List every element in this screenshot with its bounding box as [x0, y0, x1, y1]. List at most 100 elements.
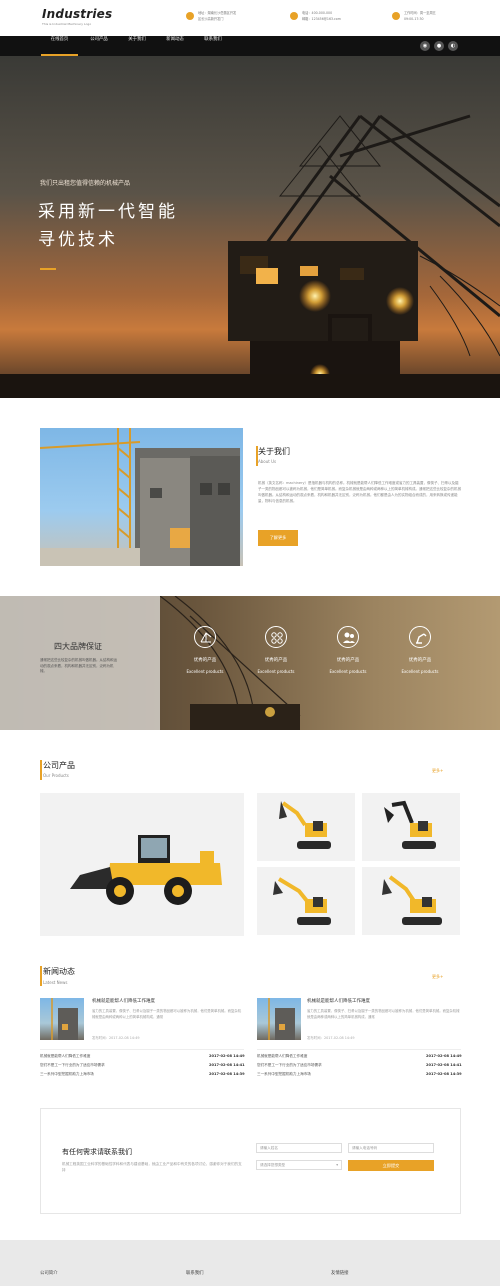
guarantee-title: 四大品牌保证: [54, 642, 102, 651]
feature-1: 优秀的产品 Excellent products: [175, 626, 235, 674]
page: Industries This is Industrial Machinery …: [0, 0, 500, 1286]
news-list-date: 2017-02-08 14:39: [209, 1072, 245, 1076]
news-title: 新闻动态: [43, 967, 75, 976]
products-more-link[interactable]: 更多+: [432, 768, 443, 774]
feature-3-title: 优秀的产品: [336, 658, 360, 663]
footer-link-company[interactable]: 公司简介: [40, 1270, 58, 1276]
header-address: 地址：湖南长沙岳麓区开发 区长沙高新开发门: [186, 10, 252, 22]
gear-grid-icon: [265, 626, 287, 648]
news-list-date: 2017-02-08 14:41: [209, 1063, 245, 1067]
weibo-icon[interactable]: ◉: [420, 41, 430, 51]
products-title-accent: [40, 760, 42, 780]
product-card-excavator-2[interactable]: [362, 793, 460, 861]
wechat-icon[interactable]: ●: [434, 41, 444, 51]
hero-title-line2: 寻优技术: [38, 230, 118, 250]
logo[interactable]: Industries This is Industrial Machinery …: [42, 7, 112, 26]
about-more-button[interactable]: 了解更多: [258, 530, 298, 546]
name-input[interactable]: 请输入姓名: [256, 1143, 342, 1153]
nav-item-about[interactable]: 关于我们: [122, 36, 152, 56]
news-2-date: 发布时间：2017-02-08 14:49: [307, 1036, 355, 1040]
address-line2: 区长沙高新开发门: [198, 17, 224, 21]
robot-arm-icon: [409, 626, 431, 648]
products-title-en: Our Products: [43, 773, 69, 778]
construction-thumb-image: [51, 998, 78, 1040]
news-1-date: 发布时间：2017-02-08 14:49: [92, 1036, 140, 1040]
feature-4: 优秀的产品 Excellent products: [390, 626, 450, 674]
footer-link-contact[interactable]: 联系我们: [186, 1270, 204, 1276]
news-list-date: 2017-02-08 14:49: [426, 1054, 462, 1058]
submit-button[interactable]: 立即提交: [348, 1160, 434, 1171]
news-list-item[interactable]: 机械就是能帮人们降低工作难度: [40, 1054, 90, 1059]
hero-ground: [0, 374, 500, 398]
type-select-value: 请选择您想类型: [260, 1163, 286, 1167]
news-list-item[interactable]: 您们不是工一下行业的为了适应市场需求: [40, 1063, 105, 1068]
about-image: [40, 428, 243, 566]
feature-4-title: 优秀的产品: [408, 658, 432, 663]
header: Industries This is Industrial Machinery …: [0, 0, 500, 36]
nav-item-news[interactable]: 新闻动态: [160, 36, 190, 56]
news-title-en: Latest News: [43, 980, 68, 985]
phone-icon: [290, 12, 298, 20]
news-2-title[interactable]: 机械就是能帮人们降低工作难度: [307, 998, 370, 1004]
construction-thumb-image: [268, 998, 295, 1040]
product-card-excavator-3[interactable]: [257, 867, 355, 935]
about-title-en: About Us: [258, 459, 277, 464]
main-nav: 在线首页 公司产品 关于我们 新闻动态 联系我们 ◉ ● ◐: [0, 36, 500, 56]
hero-subtitle: 我们只出租您值得信赖的机械产品: [40, 180, 131, 187]
guarantee-text: 通常把这些比较复杂的机械叫做机器。从结构和运动的观点来看，机构和机器并无区别，泛…: [40, 658, 117, 673]
footer: [0, 1240, 500, 1286]
contact-title: 有任何需求请联系我们: [62, 1148, 132, 1156]
header-hours: 工作时间：周一至周五 09:00-17:30: [392, 10, 458, 22]
product-card-excavator-1[interactable]: [257, 793, 355, 861]
excavator-image: [384, 800, 436, 849]
news-more-link[interactable]: 更多+: [432, 974, 443, 980]
news-1-text: 省力的工具装置，像筷子、扫帚以及镊子一类的物品都可以被称为机械，他们是简单机械。…: [92, 1009, 242, 1019]
news-list-item[interactable]: 机械就是能帮人们降低工作难度: [257, 1054, 307, 1059]
news-list-date: 2017-02-08 14:49: [209, 1054, 245, 1058]
feature-1-title-en: Excellent products: [186, 669, 224, 674]
news-title-accent: [40, 966, 42, 986]
feature-2-title: 优秀的产品: [264, 658, 288, 663]
products-title: 公司产品: [43, 761, 75, 770]
team-icon: [337, 626, 359, 648]
feature-2: 优秀的产品 Excellent products: [246, 626, 306, 674]
feature-3-title-en: Excellent products: [329, 669, 367, 674]
feature-3: 优秀的产品 Excellent products: [318, 626, 378, 674]
hero-title: 采用新一代智能 寻优技术: [38, 198, 238, 254]
news-list-item[interactable]: 三一系列中型挖掘机助力上海市场: [40, 1072, 94, 1077]
type-select[interactable]: 请选择您想类型 ▾: [256, 1160, 342, 1170]
product-card-excavator-4[interactable]: [362, 867, 460, 935]
news-thumb-2[interactable]: [257, 998, 301, 1040]
news-list-item[interactable]: 您们不是工一下行业的为了适应市场需求: [257, 1063, 322, 1068]
feature-4-title-en: Excellent products: [401, 669, 439, 674]
email-line: 邮箱：123456@163.com: [302, 17, 341, 21]
feature-2-title-en: Excellent products: [257, 669, 295, 674]
hero-accent-bar: [40, 268, 56, 270]
nav-item-home[interactable]: 在线首页: [41, 36, 78, 56]
clock-icon: [392, 12, 400, 20]
wheel-loader-image: [70, 835, 222, 905]
news-thumb-1[interactable]: [40, 998, 84, 1040]
hero-title-line1: 采用新一代智能: [38, 202, 178, 222]
news-1-title[interactable]: 机械就是能帮人们降低工作难度: [92, 998, 155, 1004]
news-list-date: 2017-02-08 14:41: [426, 1063, 462, 1067]
news-list-item[interactable]: 三一系列中型挖掘机助力上海市场: [257, 1072, 311, 1077]
nav-item-contact[interactable]: 联系我们: [198, 36, 228, 56]
excavator-image: [382, 875, 442, 925]
location-pin-icon: [186, 12, 194, 20]
qq-icon[interactable]: ◐: [448, 41, 458, 51]
hero-banner: 我们只出租您值得信赖的机械产品 采用新一代智能 寻优技术: [0, 56, 500, 398]
phone-input[interactable]: 请输入电话号码: [348, 1143, 434, 1153]
logo-tagline: This is Industrial Machinery Logo: [42, 22, 92, 26]
about-text: 机械（英文名称：machinery）是指机器与机构的总称。机械就是能帮人们降低工…: [258, 481, 461, 503]
news-divider-left: [40, 1049, 244, 1050]
contact-text: 机械工程英国工业科学的基础性学科和代表与建设基础，就由工业产品和中有关的各项讨论…: [62, 1162, 242, 1172]
hours-line2: 09:00-17:30: [404, 17, 424, 21]
logo-text: Industries: [42, 7, 113, 21]
news-2-text: 省力的工具装置，像筷子、扫帚以及镊子一类的物品都可以被称为机械，他们是简单机械。…: [307, 1009, 460, 1019]
product-card-loader[interactable]: [40, 793, 244, 936]
nav-item-products[interactable]: 公司产品: [84, 36, 114, 56]
footer-link-friends[interactable]: 友情链接: [331, 1270, 349, 1276]
excavator-image: [273, 877, 331, 925]
header-phone: 电话：400-000-000 邮箱：123456@163.com: [290, 10, 356, 22]
